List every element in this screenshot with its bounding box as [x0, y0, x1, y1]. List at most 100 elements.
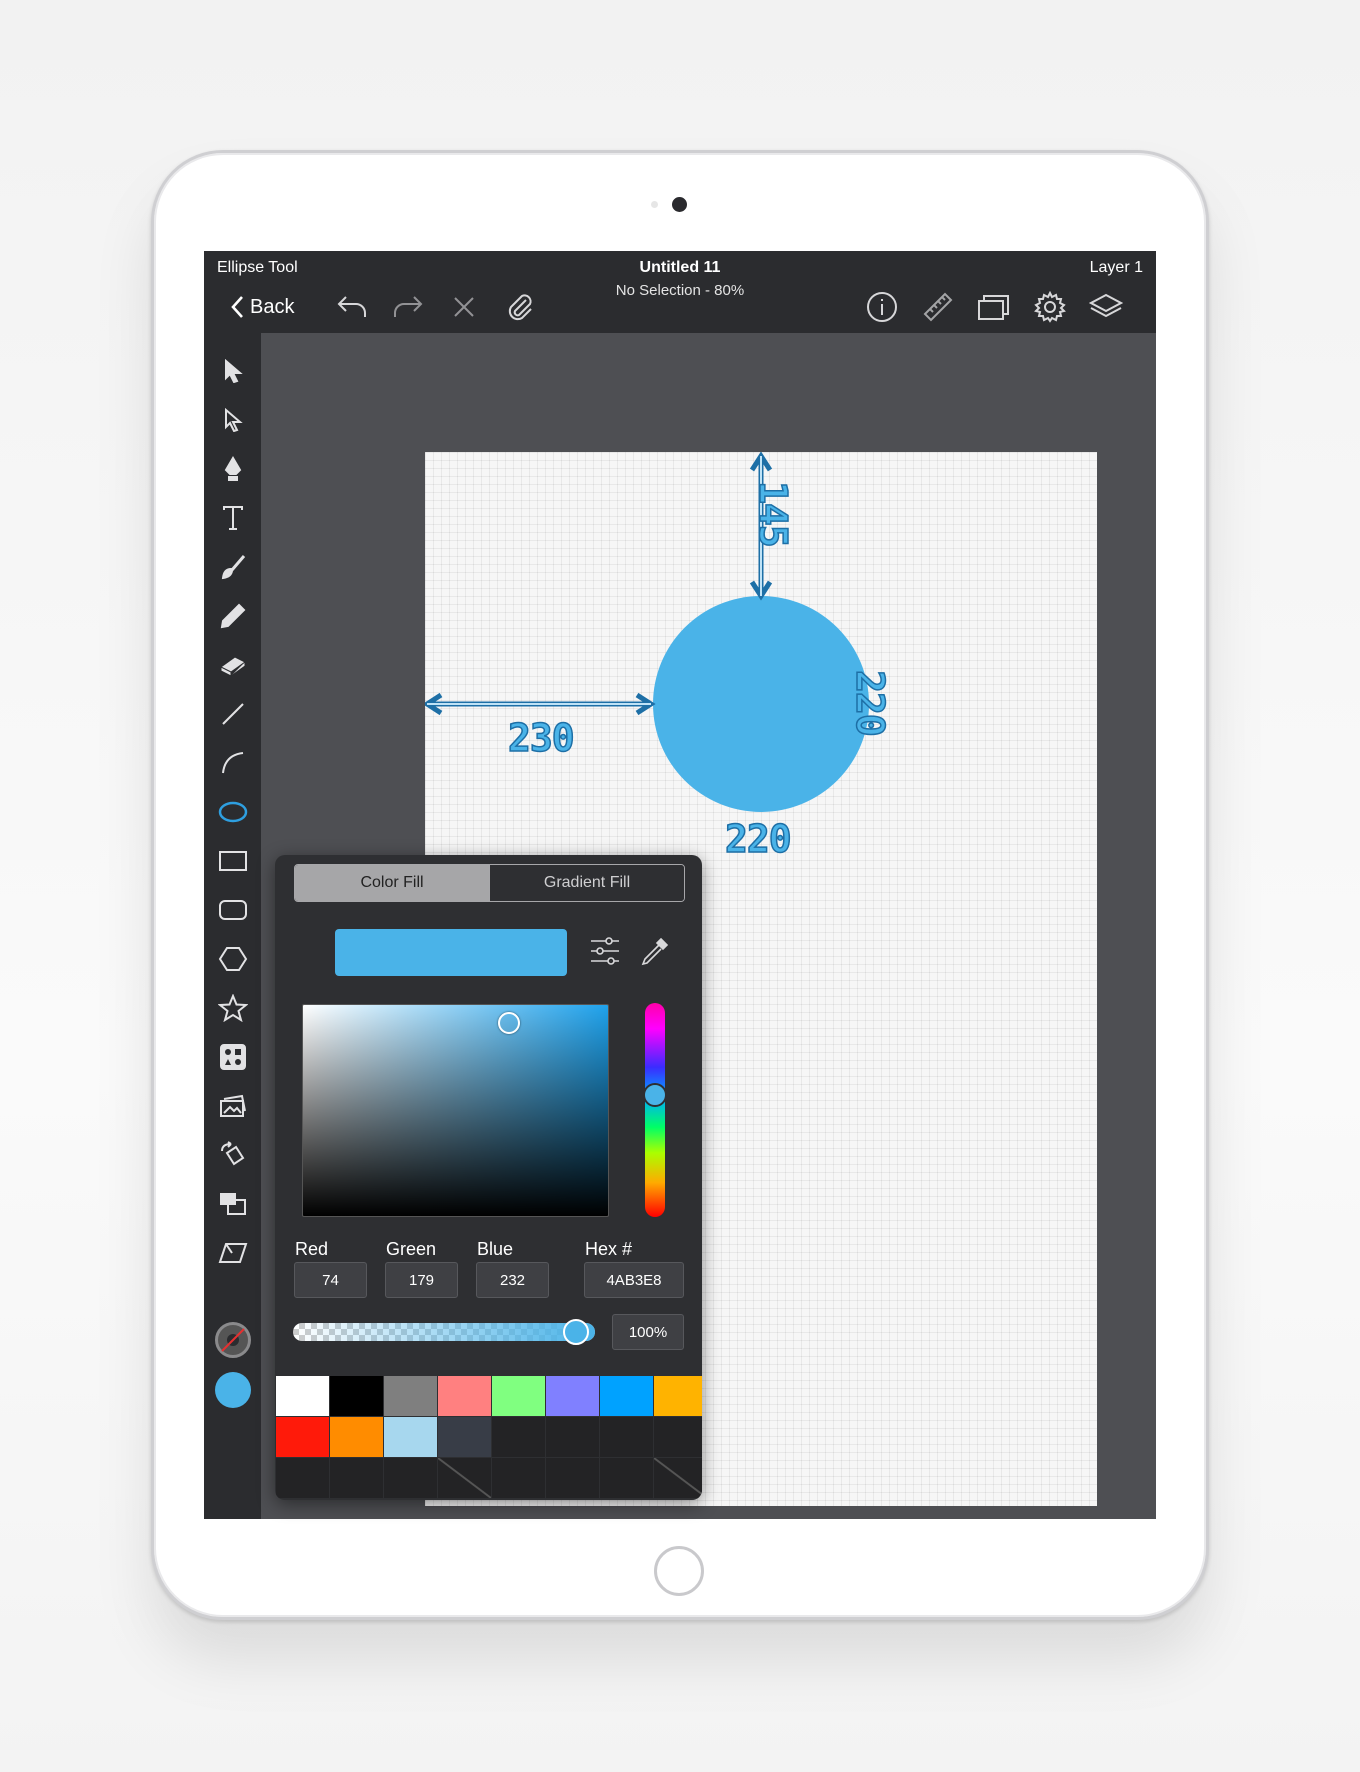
undo-button[interactable]	[332, 289, 372, 325]
palette-swatch[interactable]	[384, 1417, 437, 1457]
fill-color-swatch[interactable]	[215, 1372, 251, 1408]
transform-icon	[221, 1141, 245, 1166]
opacity-slider[interactable]	[293, 1323, 595, 1341]
opacity-slider-knob[interactable]	[563, 1319, 589, 1345]
palette-swatch[interactable]	[438, 1458, 491, 1498]
image-icon	[220, 1094, 246, 1117]
hex-field[interactable]: 4AB3E8	[584, 1262, 684, 1298]
palette-swatch[interactable]	[276, 1458, 329, 1498]
home-button[interactable]	[654, 1546, 704, 1596]
palette-swatch[interactable]	[654, 1376, 702, 1416]
tool-line[interactable]	[212, 693, 254, 735]
red-label: Red	[295, 1239, 329, 1259]
tool-eraser[interactable]	[212, 644, 254, 686]
palette-swatch[interactable]	[492, 1458, 545, 1498]
color-palette	[276, 1376, 702, 1498]
tool-rounded-rectangle[interactable]	[212, 889, 254, 931]
ellipse-shape[interactable]	[653, 596, 869, 812]
tab-color-fill[interactable]: Color Fill	[295, 865, 489, 901]
palette-swatch[interactable]	[546, 1458, 599, 1498]
tool-pen[interactable]	[212, 448, 254, 490]
layers-icon	[1089, 293, 1123, 318]
redo-button[interactable]	[388, 289, 428, 325]
tool-pencil[interactable]	[212, 595, 254, 637]
tool-shapes[interactable]	[212, 1036, 254, 1078]
top-bar: Ellipse Tool Untitled 11 No Selection - …	[204, 251, 1156, 333]
settings-button[interactable]	[1030, 289, 1070, 325]
layers-button[interactable]	[1086, 289, 1126, 325]
back-button[interactable]: Back	[230, 289, 310, 325]
palette-swatch[interactable]	[546, 1376, 599, 1416]
tool-text[interactable]	[212, 497, 254, 539]
hue-slider-knob[interactable]	[643, 1083, 667, 1108]
green-field[interactable]: 179	[385, 1262, 458, 1298]
stroke-color-swatch[interactable]	[215, 1322, 251, 1358]
tool-ellipse[interactable]	[212, 791, 254, 833]
layer-name[interactable]: Layer 1	[1090, 259, 1143, 277]
ellipse-icon	[218, 801, 248, 823]
tool-arrange[interactable]	[212, 1183, 254, 1225]
palette-swatch[interactable]	[330, 1417, 383, 1457]
selection-arrow-icon	[225, 359, 243, 383]
info-button[interactable]	[862, 289, 902, 325]
palette-swatch[interactable]	[438, 1417, 491, 1457]
eyedropper-icon	[641, 937, 669, 966]
opacity-fill	[293, 1323, 595, 1341]
tool-polygon[interactable]	[212, 938, 254, 980]
blue-field[interactable]: 232	[476, 1262, 549, 1298]
palette-swatch[interactable]	[654, 1458, 702, 1498]
palette-swatch[interactable]	[492, 1376, 545, 1416]
palette-swatch[interactable]	[438, 1376, 491, 1416]
palette-swatch[interactable]	[492, 1417, 545, 1457]
red-field[interactable]: 74	[294, 1262, 367, 1298]
front-sensor	[651, 201, 658, 208]
tool-skew[interactable]	[212, 1232, 254, 1274]
opacity-field[interactable]: 100%	[612, 1314, 684, 1350]
palette-swatch[interactable]	[276, 1417, 329, 1457]
dimension-top-distance: 145	[750, 480, 796, 547]
dimension-height: 220	[847, 669, 893, 736]
tool-transform[interactable]	[212, 1134, 254, 1176]
tool-arc[interactable]	[212, 742, 254, 784]
ruler-button[interactable]	[918, 289, 958, 325]
pen-icon	[224, 456, 242, 481]
palette-swatch[interactable]	[330, 1376, 383, 1416]
color-sliders-button[interactable]	[587, 933, 623, 969]
tool-rectangle[interactable]	[212, 840, 254, 882]
palette-swatch[interactable]	[330, 1458, 383, 1498]
tool-select[interactable]	[212, 350, 254, 392]
tool-direct-select[interactable]	[212, 399, 254, 441]
saturation-brightness-picker[interactable]	[302, 1004, 609, 1217]
delete-button[interactable]	[444, 289, 484, 325]
eyedropper-button[interactable]	[637, 933, 673, 969]
paperclip-icon	[508, 294, 532, 321]
document-title: Untitled 11	[639, 259, 721, 276]
palette-swatch[interactable]	[546, 1417, 599, 1457]
arc-icon	[222, 752, 244, 774]
attach-button[interactable]	[500, 289, 540, 325]
tab-gradient-fill[interactable]: Gradient Fill	[489, 865, 684, 901]
fill-type-segmented-control: Color Fill Gradient Fill	[294, 864, 685, 902]
hex-label: Hex #	[585, 1239, 633, 1259]
hue-slider[interactable]	[645, 1003, 665, 1217]
color-picker-popover: Color Fill Gradient Fill Red Green Blue …	[275, 855, 702, 1500]
ruler-icon	[923, 292, 953, 322]
no-stroke-icon	[221, 1328, 245, 1352]
shapes-icon	[220, 1044, 246, 1070]
palette-swatch[interactable]	[600, 1458, 653, 1498]
rectangle-icon	[219, 851, 247, 871]
settings-icon	[1034, 291, 1066, 323]
tool-brush[interactable]	[212, 546, 254, 588]
tool-star[interactable]	[212, 987, 254, 1029]
palette-swatch[interactable]	[600, 1417, 653, 1457]
palette-swatch[interactable]	[654, 1417, 702, 1457]
text-icon	[223, 506, 243, 530]
palette-swatch[interactable]	[600, 1376, 653, 1416]
palette-swatch[interactable]	[384, 1376, 437, 1416]
star-icon	[218, 994, 248, 1022]
eraser-icon	[220, 656, 246, 677]
palette-swatch[interactable]	[384, 1458, 437, 1498]
palette-swatch[interactable]	[276, 1376, 329, 1416]
tool-image[interactable]	[212, 1085, 254, 1127]
artboards-button[interactable]	[974, 289, 1014, 325]
